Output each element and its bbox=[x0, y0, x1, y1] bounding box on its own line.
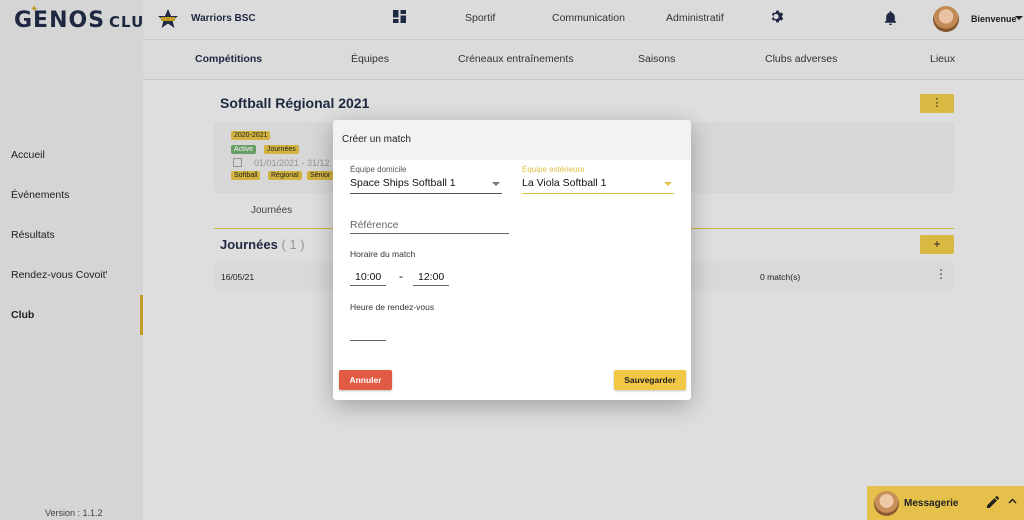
chevron-down-icon bbox=[664, 182, 672, 186]
meeting-time-input[interactable] bbox=[350, 323, 386, 341]
messaging-widget[interactable]: Messagerie bbox=[867, 486, 1024, 520]
pencil-icon[interactable] bbox=[987, 496, 999, 508]
cancel-button[interactable]: Annuler bbox=[339, 370, 392, 390]
chevron-up-icon[interactable] bbox=[1008, 498, 1017, 504]
save-button[interactable]: Sauvegarder bbox=[614, 370, 686, 390]
end-time-input[interactable] bbox=[413, 268, 449, 286]
away-team-value: La Viola Softball 1 bbox=[522, 177, 607, 189]
meeting-time-label: Heure de rendez-vous bbox=[350, 302, 435, 312]
dialog-title: Créer un match bbox=[333, 120, 691, 160]
messaging-label: Messagerie bbox=[904, 498, 959, 509]
chevron-down-icon bbox=[492, 182, 500, 186]
messaging-avatar bbox=[874, 491, 899, 516]
away-team-select[interactable]: La Viola Softball 1 bbox=[522, 174, 674, 194]
time-separator: - bbox=[399, 269, 403, 283]
home-team-label: Équipe domicile bbox=[350, 165, 407, 174]
home-team-value: Space Ships Softball 1 bbox=[350, 177, 456, 189]
create-match-dialog: Créer un match Équipe domicile Space Shi… bbox=[333, 120, 691, 400]
schedule-label: Horaire du match bbox=[350, 249, 416, 259]
reference-input[interactable] bbox=[350, 216, 509, 234]
home-team-select[interactable]: Space Ships Softball 1 bbox=[350, 174, 502, 194]
start-time-input[interactable] bbox=[350, 268, 386, 286]
away-team-label: Équipe extérieure bbox=[522, 165, 585, 174]
